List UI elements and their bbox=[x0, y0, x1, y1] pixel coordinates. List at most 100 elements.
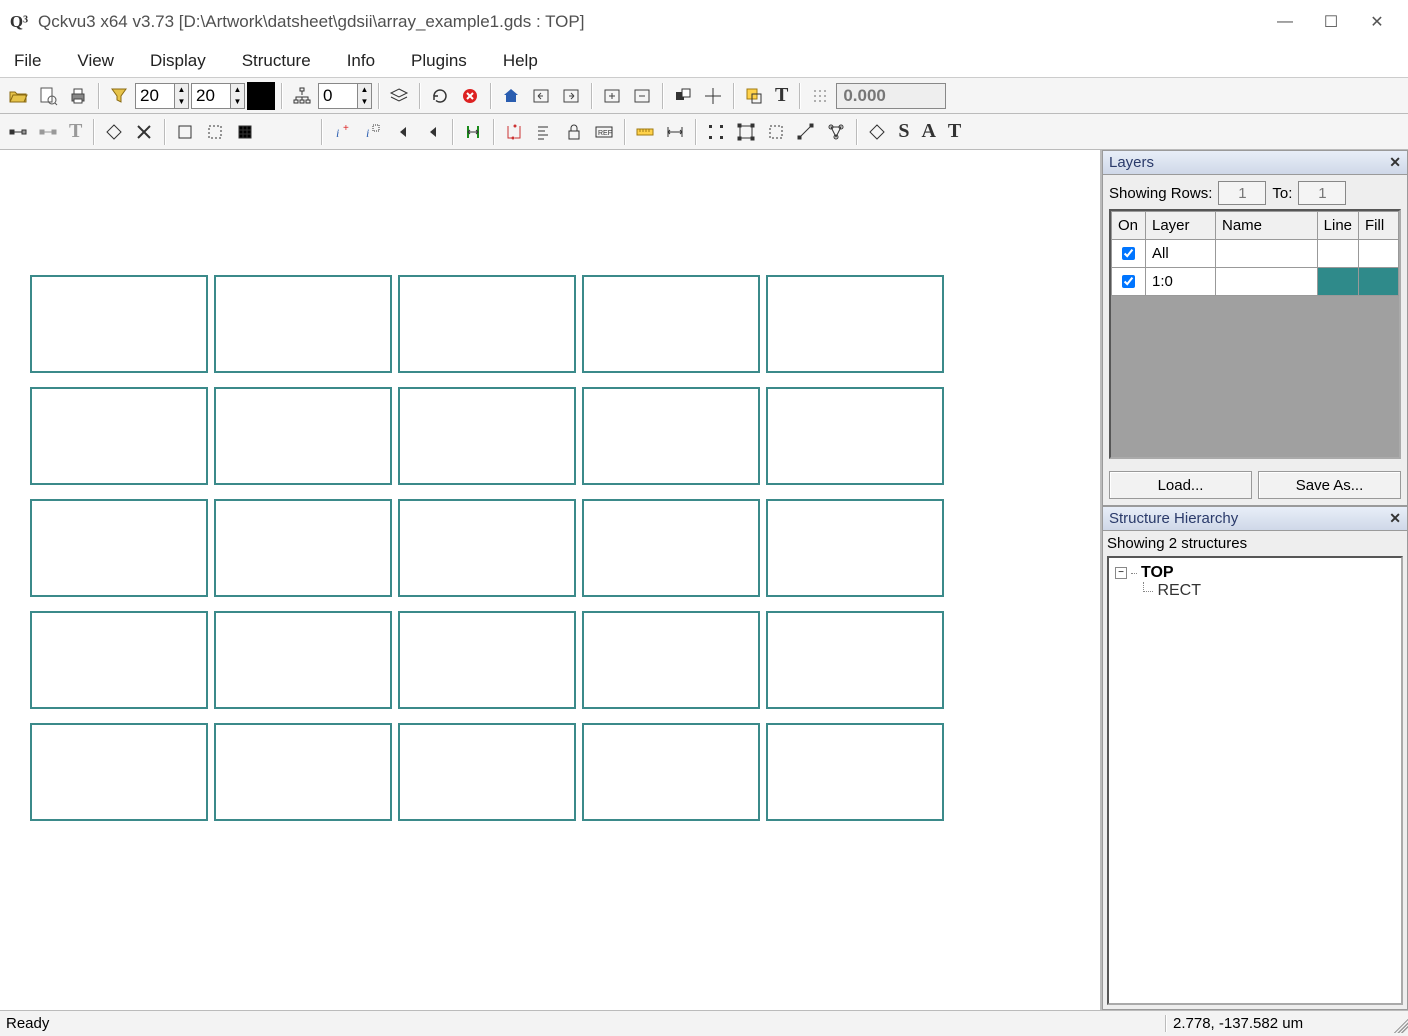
spin-level[interactable]: ▲▼ bbox=[318, 83, 372, 109]
layer-row-all[interactable]: All bbox=[1112, 240, 1399, 268]
diamond-icon[interactable] bbox=[100, 118, 128, 146]
close-button[interactable]: ✕ bbox=[1354, 7, 1400, 37]
menu-file[interactable]: File bbox=[8, 49, 47, 73]
menu-view[interactable]: View bbox=[71, 49, 120, 73]
tree-root[interactable]: TOP bbox=[1141, 564, 1174, 582]
menu-plugins[interactable]: Plugins bbox=[405, 49, 473, 73]
tree-child[interactable]: RECT bbox=[1157, 582, 1201, 599]
menu-structure[interactable]: Structure bbox=[236, 49, 317, 73]
text-disabled-icon[interactable]: T bbox=[64, 118, 87, 146]
select-dashed-icon[interactable] bbox=[762, 118, 790, 146]
layer-label: 1:0 bbox=[1146, 268, 1216, 296]
array-cell bbox=[398, 611, 576, 709]
layer-on-checkbox[interactable] bbox=[1122, 247, 1135, 260]
layer-line-swatch[interactable] bbox=[1317, 268, 1358, 296]
zoom-out-icon[interactable] bbox=[628, 82, 656, 110]
region-icon[interactable] bbox=[669, 82, 697, 110]
ruler-icon[interactable] bbox=[631, 118, 659, 146]
spin-down-icon[interactable]: ▼ bbox=[174, 96, 188, 108]
skip-first-icon[interactable] bbox=[388, 118, 416, 146]
vertex-add-icon[interactable] bbox=[4, 118, 32, 146]
layer-row-1-0[interactable]: 1:0 bbox=[1112, 268, 1399, 296]
ref-icon[interactable]: REF bbox=[590, 118, 618, 146]
save-as-button[interactable]: Save As... bbox=[1258, 471, 1401, 499]
spin-up-icon[interactable]: ▲ bbox=[230, 84, 244, 96]
rect-outline-icon[interactable] bbox=[171, 118, 199, 146]
load-button[interactable]: Load... bbox=[1109, 471, 1252, 499]
spin-up-icon[interactable]: ▲ bbox=[357, 84, 371, 96]
col-name[interactable]: Name bbox=[1216, 212, 1318, 240]
spin-hierarchy-start-input[interactable] bbox=[136, 86, 174, 106]
rows-from-input[interactable] bbox=[1218, 181, 1266, 205]
resize-grip-icon[interactable] bbox=[1390, 1015, 1408, 1033]
delete-icon[interactable] bbox=[130, 118, 158, 146]
canvas-viewport[interactable] bbox=[0, 150, 1102, 1010]
diamond2-icon[interactable] bbox=[863, 118, 891, 146]
spin-down-icon[interactable]: ▼ bbox=[357, 96, 371, 108]
align-left-icon[interactable] bbox=[530, 118, 558, 146]
refresh-icon[interactable] bbox=[426, 82, 454, 110]
layer-fill-swatch[interactable] bbox=[1359, 268, 1399, 296]
minimize-button[interactable]: — bbox=[1262, 7, 1308, 37]
layer-line[interactable] bbox=[1317, 240, 1358, 268]
dimension-icon[interactable] bbox=[661, 118, 689, 146]
vertex-move-icon[interactable] bbox=[34, 118, 62, 146]
highlight-icon[interactable] bbox=[740, 82, 768, 110]
col-on[interactable]: On bbox=[1112, 212, 1146, 240]
col-fill[interactable]: Fill bbox=[1359, 212, 1399, 240]
fit-width-icon[interactable] bbox=[459, 118, 487, 146]
select-rect-icon[interactable] bbox=[732, 118, 760, 146]
zoom-in-icon[interactable] bbox=[598, 82, 626, 110]
filter-icon[interactable] bbox=[105, 82, 133, 110]
array-cell bbox=[582, 499, 760, 597]
layer-on-checkbox[interactable] bbox=[1122, 275, 1135, 288]
spin-up-icon[interactable]: ▲ bbox=[174, 84, 188, 96]
spin-hierarchy-end[interactable]: ▲▼ bbox=[191, 83, 245, 109]
structure-panel-close-icon[interactable]: ✕ bbox=[1389, 510, 1401, 527]
layer-fill[interactable] bbox=[1359, 240, 1399, 268]
layers-icon[interactable] bbox=[385, 82, 413, 110]
menu-info[interactable]: Info bbox=[341, 49, 381, 73]
menu-display[interactable]: Display bbox=[144, 49, 212, 73]
col-line[interactable]: Line bbox=[1317, 212, 1358, 240]
grid-dots-icon[interactable] bbox=[806, 82, 834, 110]
flip-h-icon[interactable] bbox=[500, 118, 528, 146]
tree-icon[interactable] bbox=[288, 82, 316, 110]
print-icon[interactable] bbox=[64, 82, 92, 110]
info-plus-icon[interactable]: i+ bbox=[328, 118, 356, 146]
rows-to-input[interactable] bbox=[1298, 181, 1346, 205]
home-icon[interactable] bbox=[497, 82, 525, 110]
rect-dashed-icon[interactable] bbox=[201, 118, 229, 146]
print-preview-icon[interactable] bbox=[34, 82, 62, 110]
grid-pattern-icon[interactable] bbox=[231, 118, 259, 146]
spin-hierarchy-end-input[interactable] bbox=[192, 86, 230, 106]
t-icon[interactable]: T bbox=[943, 118, 966, 146]
spin-level-input[interactable] bbox=[319, 86, 357, 106]
skip-last-icon[interactable] bbox=[418, 118, 446, 146]
handles-icon[interactable] bbox=[702, 118, 730, 146]
text-tool-icon[interactable]: T bbox=[770, 82, 793, 110]
spin-hierarchy-start[interactable]: ▲▼ bbox=[135, 83, 189, 109]
layers-table[interactable]: On Layer Name Line Fill All bbox=[1109, 209, 1401, 459]
menu-help[interactable]: Help bbox=[497, 49, 544, 73]
crosshair-icon[interactable] bbox=[699, 82, 727, 110]
lock-icon[interactable] bbox=[560, 118, 588, 146]
s-icon[interactable]: S bbox=[893, 118, 914, 146]
arrow-left-icon[interactable] bbox=[527, 82, 555, 110]
net-icon[interactable] bbox=[822, 118, 850, 146]
stop-icon[interactable] bbox=[456, 82, 484, 110]
path-edit-icon[interactable] bbox=[792, 118, 820, 146]
col-layer[interactable]: Layer bbox=[1146, 212, 1216, 240]
a-icon[interactable]: A bbox=[916, 118, 940, 146]
tree-collapse-icon[interactable]: − bbox=[1115, 567, 1127, 579]
arrow-right-icon[interactable] bbox=[557, 82, 585, 110]
color-swatch[interactable] bbox=[247, 82, 275, 110]
open-icon[interactable] bbox=[4, 82, 32, 110]
layers-panel-close-icon[interactable]: ✕ bbox=[1389, 154, 1401, 171]
maximize-button[interactable]: ☐ bbox=[1308, 7, 1354, 37]
structure-tree[interactable]: − TOP RECT bbox=[1107, 556, 1403, 1005]
svg-text:i: i bbox=[336, 126, 339, 140]
array-cell bbox=[398, 723, 576, 821]
spin-down-icon[interactable]: ▼ bbox=[230, 96, 244, 108]
info-select-icon[interactable]: i bbox=[358, 118, 386, 146]
